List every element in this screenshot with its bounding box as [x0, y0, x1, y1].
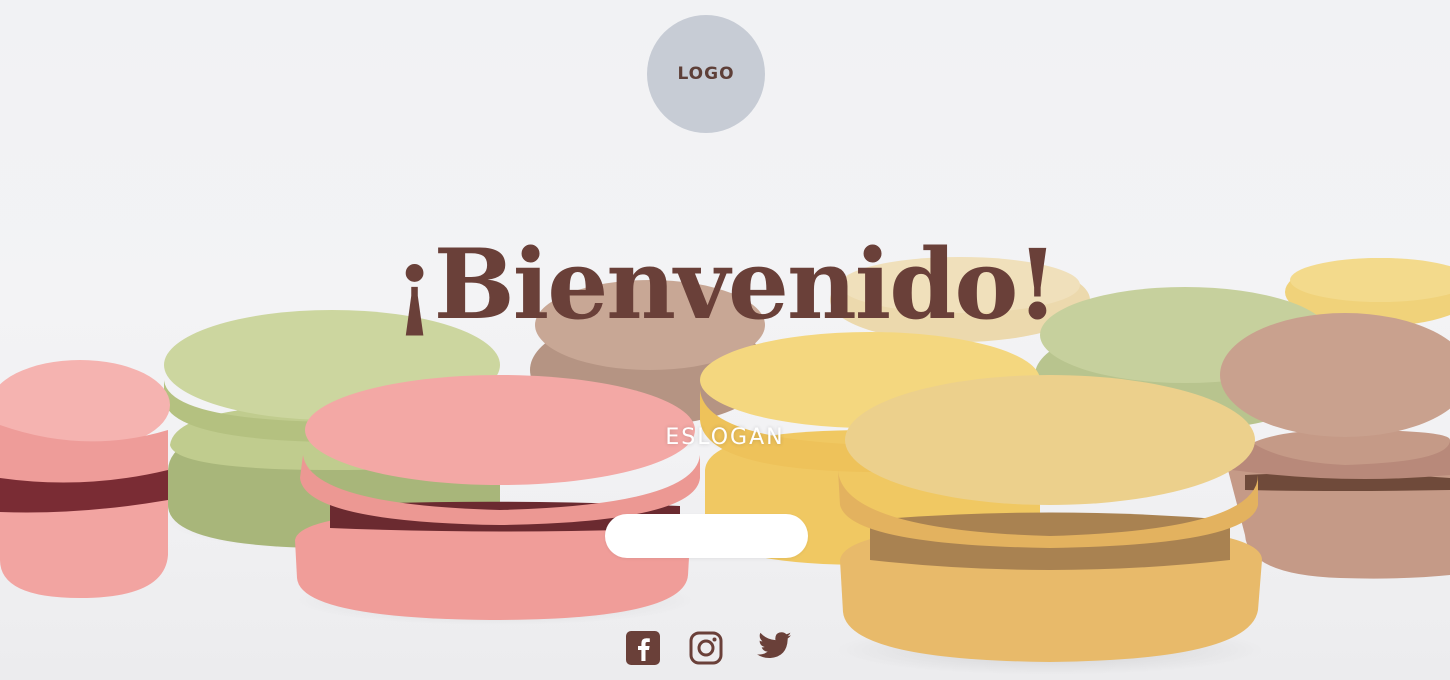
facebook-link[interactable]: [623, 628, 663, 668]
logo[interactable]: LOGO: [647, 15, 765, 133]
instagram-icon: [689, 631, 723, 665]
logo-text: LOGO: [677, 64, 735, 84]
instagram-link[interactable]: [686, 628, 726, 668]
twitter-icon: [757, 632, 791, 659]
twitter-link[interactable]: [752, 628, 792, 668]
page-title: ¡Bienvenido!: [393, 228, 1058, 341]
macaron-pink-left: [0, 360, 170, 598]
cta-button[interactable]: [605, 514, 808, 558]
slogan: ESLOGAN: [665, 425, 785, 450]
macaron-yellow-front: [835, 375, 1265, 675]
facebook-icon: [626, 631, 660, 665]
